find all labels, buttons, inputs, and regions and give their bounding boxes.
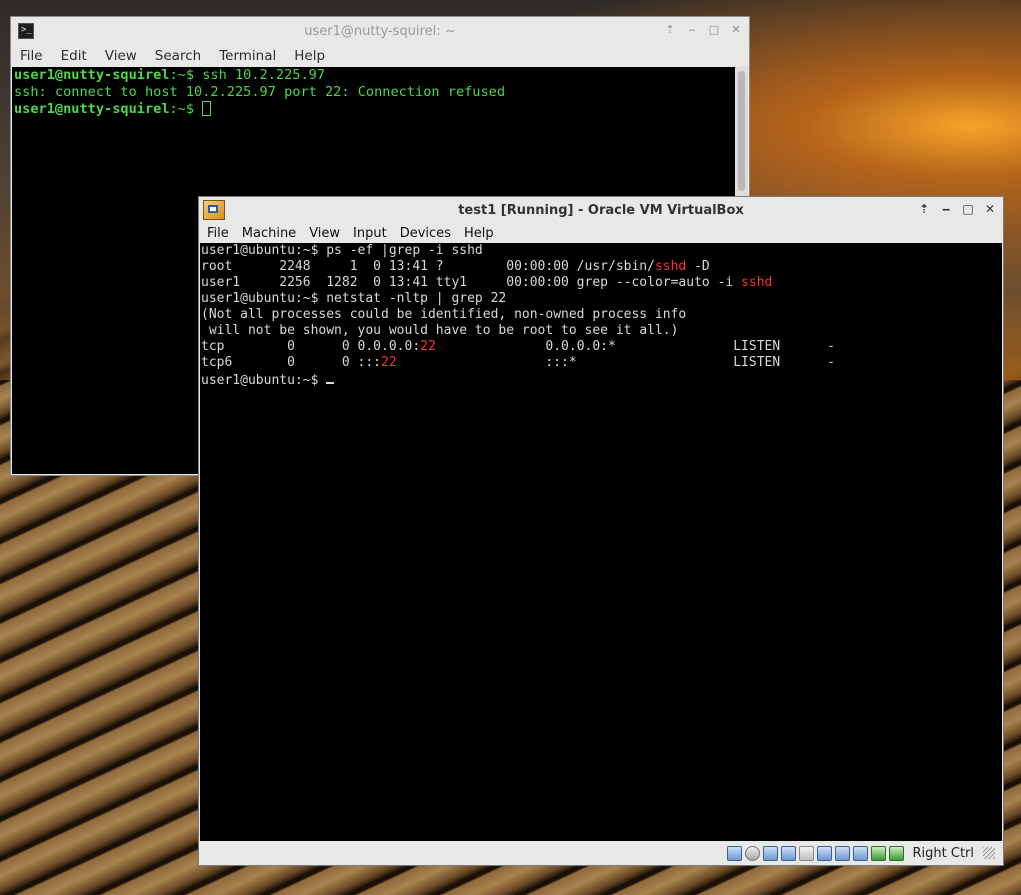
minimize-icon[interactable]: ‒ [939, 202, 953, 216]
console-text: tcp 0 0 0.0.0.0: [201, 339, 421, 354]
network-icon[interactable] [762, 845, 778, 861]
resize-grip[interactable] [983, 847, 995, 859]
vbox-window-controls: ⇡ ‒ □ ✕ [917, 202, 997, 216]
console-line: user1@ubuntu:~$ [201, 371, 1002, 389]
terminal-line: ssh: connect to host 10.2.225.97 port 22… [14, 84, 506, 100]
vbox-menu-file[interactable]: File [199, 226, 234, 241]
vbox-title: test1 [Running] - Oracle VM VirtualBox [458, 202, 744, 218]
grep-highlight: sshd [654, 259, 687, 274]
terminal-title: user1@nutty-squirel: ~ [304, 23, 456, 39]
keep-above-icon[interactable]: ⇡ [663, 23, 677, 37]
terminal-titlebar[interactable]: >_ user1@nutty-squirel: ~ ⇡ ‒ □ ✕ [11, 17, 749, 45]
console-line: root 2248 1 0 13:41 ? 00:00:00 /usr/sbin… [201, 259, 1002, 275]
console-text: -D [686, 259, 710, 274]
console-prompt: user1@ubuntu:~$ [201, 373, 327, 388]
console-text: :::* LISTEN - [396, 355, 835, 370]
grep-highlight: 22 [381, 355, 397, 370]
menu-terminal[interactable]: Terminal [210, 48, 285, 64]
console-line: user1@ubuntu:~$ netstat -nltp | grep 22 [201, 291, 507, 306]
vbox-menu-machine[interactable]: Machine [234, 226, 301, 241]
hard-disk-icon[interactable] [726, 845, 742, 861]
optical-drive-icon[interactable] [744, 845, 760, 861]
console-text: tcp6 0 0 ::: [201, 355, 382, 370]
menu-file[interactable]: File [11, 48, 52, 64]
close-icon[interactable]: ✕ [983, 202, 997, 216]
console-text: root 2248 1 0 13:41 ? 00:00:00 /usr/sbin… [201, 259, 655, 274]
console-text: user1 2256 1282 0 13:41 tty1 00:00:00 gr… [201, 275, 742, 290]
keep-above-icon[interactable]: ⇡ [917, 202, 931, 216]
vbox-menu-devices[interactable]: Devices [392, 226, 456, 241]
vbox-titlebar[interactable]: test1 [Running] - Oracle VM VirtualBox ⇡… [199, 197, 1003, 223]
vbox-menu-help[interactable]: Help [456, 226, 499, 241]
vbox-statusbar: Right Ctrl [199, 841, 1003, 865]
console-line: (Not all processes could be identified, … [201, 307, 687, 322]
terminal-line: user1@nutty-squirel:~$ ssh 10.2.225.97 [14, 67, 733, 84]
terminal-cursor [202, 101, 212, 116]
grep-highlight: sshd [741, 275, 773, 290]
terminal-menubar: File Edit View Search Terminal Help [11, 45, 749, 67]
maximize-icon[interactable]: □ [707, 23, 721, 37]
host-key-label: Right Ctrl [912, 845, 975, 861]
console-line: user1 2256 1282 0 13:41 tty1 00:00:00 gr… [201, 275, 1002, 291]
menu-search[interactable]: Search [146, 48, 210, 64]
prompt-path: :~$ [169, 101, 195, 117]
video-capture-icon[interactable] [834, 845, 850, 861]
console-cursor [326, 371, 335, 384]
maximize-icon[interactable]: □ [961, 202, 975, 216]
close-icon[interactable]: ✕ [729, 23, 743, 37]
host-key-icon[interactable] [888, 845, 904, 861]
scrollbar-thumb[interactable] [738, 71, 745, 191]
usb-icon[interactable] [780, 845, 796, 861]
console-text: 0.0.0.0:* LISTEN - [435, 339, 835, 354]
menu-help[interactable]: Help [285, 48, 334, 64]
terminal-line: user1@nutty-squirel:~$ [14, 101, 733, 118]
vbox-menubar: File Machine View Input Devices Help [199, 223, 1003, 243]
vbox-menu-view[interactable]: View [301, 226, 345, 241]
prompt-path: :~$ [169, 67, 195, 83]
terminal-window-controls: ⇡ ‒ □ ✕ [663, 23, 743, 37]
vm-console-screen[interactable]: user1@ubuntu:~$ ps -ef |grep -i sshd root… [200, 243, 1002, 841]
console-line: tcp 0 0 0.0.0.0:22 0.0.0.0:* LISTEN - [201, 339, 1002, 355]
console-line: user1@ubuntu:~$ ps -ef |grep -i sshd [201, 243, 483, 258]
console-line: tcp6 0 0 :::22 :::* LISTEN - [201, 355, 1002, 371]
command-text [194, 101, 202, 117]
cpu-icon[interactable] [870, 845, 886, 861]
menu-edit[interactable]: Edit [52, 48, 96, 64]
shared-folders-icon[interactable] [798, 845, 814, 861]
console-line: will not be shown, you would have to be … [201, 323, 679, 338]
menu-view[interactable]: View [96, 48, 146, 64]
virtualbox-app-icon [203, 200, 225, 220]
vbox-menu-input[interactable]: Input [345, 226, 392, 241]
display-icon[interactable] [816, 845, 832, 861]
terminal-app-icon: >_ [18, 23, 34, 39]
prompt-user-host: user1@nutty-squirel [14, 67, 170, 83]
grep-highlight: 22 [420, 339, 436, 354]
prompt-user-host: user1@nutty-squirel [14, 101, 170, 117]
mouse-integration-icon[interactable] [852, 845, 868, 861]
minimize-icon[interactable]: ‒ [685, 23, 699, 37]
command-text: ssh 10.2.225.97 [194, 67, 326, 83]
virtualbox-window[interactable]: test1 [Running] - Oracle VM VirtualBox ⇡… [198, 196, 1004, 866]
